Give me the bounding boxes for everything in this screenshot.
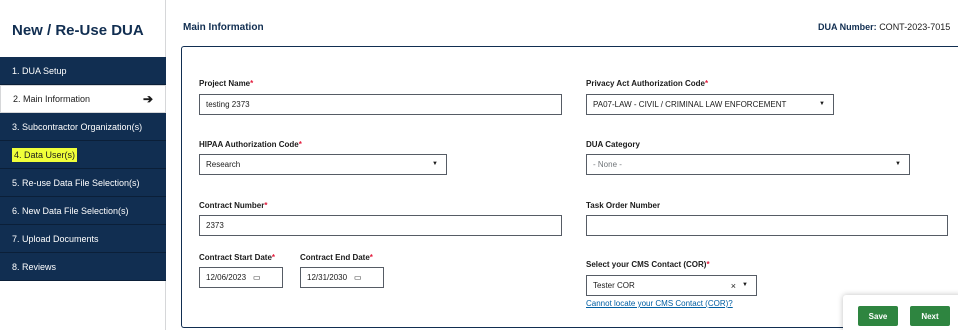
sidebar-item-label: 5. Re-use Data File Selection(s) xyxy=(12,177,140,188)
sidebar-item-label: 4. Data User(s) xyxy=(12,147,78,162)
sidebar: New / Re-Use DUA 1. DUA Setup 2. Main In… xyxy=(0,0,166,330)
form-panel xyxy=(181,46,958,328)
contract-end-date-label: Contract End Date* xyxy=(300,253,373,262)
contract-end-date-input[interactable]: 12/31/2030 ▭ xyxy=(300,267,384,288)
required-mark: * xyxy=(298,140,302,149)
hipaa-code-label: HIPAA Authorization Code* xyxy=(199,140,302,149)
dua-number-label: DUA Number: xyxy=(818,22,877,32)
caret-down-icon: ▼ xyxy=(432,161,438,167)
sidebar-item-label: 1. DUA Setup xyxy=(12,65,67,76)
dua-category-label: DUA Category xyxy=(586,140,640,149)
required-mark: * xyxy=(369,253,373,262)
hipaa-code-value: Research xyxy=(206,160,241,169)
cms-contact-link[interactable]: Cannot locate your CMS Contact (COR)? xyxy=(586,299,733,308)
sidebar-item-subcontractor[interactable]: 3. Subcontractor Organization(s) xyxy=(0,113,166,141)
contract-end-date-value: 12/31/2030 xyxy=(307,273,348,282)
required-mark: * xyxy=(250,79,254,88)
required-mark: * xyxy=(264,201,268,210)
dua-category-select[interactable]: - None - ▼ xyxy=(586,154,910,175)
calendar-icon[interactable]: ▭ xyxy=(253,273,261,282)
caret-down-icon: ▼ xyxy=(742,282,748,288)
sidebar-item-new-data-file[interactable]: 6. New Data File Selection(s) xyxy=(0,197,166,225)
sidebar-item-data-users[interactable]: 4. Data User(s) xyxy=(0,141,166,169)
caret-down-icon: ▼ xyxy=(895,161,901,167)
caret-down-icon: ▼ xyxy=(819,101,825,107)
contract-start-date-value: 12/06/2023 xyxy=(206,273,247,282)
cms-contact-select[interactable]: Tester COR × ▼ xyxy=(586,275,757,296)
privacy-code-value: PA07-LAW - CIVIL / CRIMINAL LAW ENFORCEM… xyxy=(593,100,787,109)
sidebar-item-upload-documents[interactable]: 7. Upload Documents xyxy=(0,225,166,253)
dua-category-value: - None - xyxy=(593,160,622,169)
privacy-code-select[interactable]: PA07-LAW - CIVIL / CRIMINAL LAW ENFORCEM… xyxy=(586,94,834,115)
sidebar-title: New / Re-Use DUA xyxy=(12,22,144,39)
privacy-code-label: Privacy Act Authorization Code* xyxy=(586,79,709,88)
cms-contact-value: Tester COR xyxy=(593,281,635,290)
next-button[interactable]: Next xyxy=(910,306,950,326)
save-button[interactable]: Save xyxy=(858,306,898,326)
sidebar-item-main-information[interactable]: 2. Main Information ➔ xyxy=(0,85,166,113)
contract-start-date-input[interactable]: 12/06/2023 ▭ xyxy=(199,267,283,288)
project-name-label: Project Name* xyxy=(199,79,254,88)
dua-number-value: CONT-2023-7015 xyxy=(879,22,951,32)
required-mark: * xyxy=(706,260,710,269)
action-bar: Save Next xyxy=(843,295,958,330)
contract-number-input[interactable]: 2373 xyxy=(199,215,562,236)
task-order-number-input[interactable] xyxy=(586,215,948,236)
sidebar-item-label: 8. Reviews xyxy=(12,261,57,272)
clear-icon[interactable]: × xyxy=(731,281,736,291)
contract-number-label: Contract Number* xyxy=(199,201,268,210)
page-title: Main Information xyxy=(183,22,264,33)
project-name-input[interactable]: testing 2373 xyxy=(199,94,562,115)
sidebar-item-reuse-data-file[interactable]: 5. Re-use Data File Selection(s) xyxy=(0,169,166,197)
sidebar-item-label: 2. Main Information xyxy=(13,94,91,104)
sidebar-nav: 1. DUA Setup 2. Main Information ➔ 3. Su… xyxy=(0,57,166,281)
sidebar-item-label: 7. Upload Documents xyxy=(12,233,99,244)
cms-contact-label: Select your CMS Contact (COR)* xyxy=(586,260,710,269)
required-mark: * xyxy=(704,79,709,88)
sidebar-item-dua-setup[interactable]: 1. DUA Setup xyxy=(0,57,166,85)
required-mark: * xyxy=(271,253,276,262)
dua-number: DUA Number: CONT-2023-7015 xyxy=(818,22,950,32)
contract-start-date-label: Contract Start Date* xyxy=(199,253,276,262)
sidebar-item-reviews[interactable]: 8. Reviews xyxy=(0,253,166,281)
sidebar-item-label: 3. Subcontractor Organization(s) xyxy=(12,121,143,132)
hipaa-code-select[interactable]: Research ▼ xyxy=(199,154,447,175)
task-order-number-label: Task Order Number xyxy=(586,201,661,210)
arrow-right-icon: ➔ xyxy=(142,92,153,106)
calendar-icon[interactable]: ▭ xyxy=(354,273,362,282)
sidebar-item-label: 6. New Data File Selection(s) xyxy=(12,205,129,216)
